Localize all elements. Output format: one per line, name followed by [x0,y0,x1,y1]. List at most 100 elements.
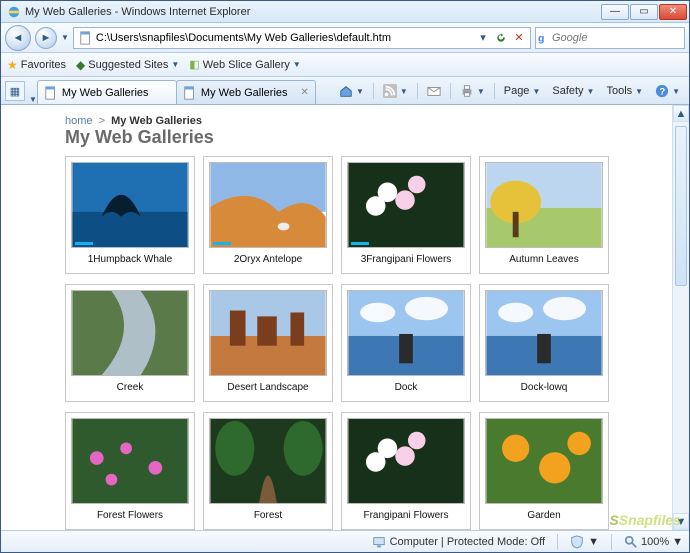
compat-view[interactable]: ▼ [570,535,599,549]
separator [373,83,374,99]
thumbnail-image [485,290,603,376]
window-title: My Web Galleries - Windows Internet Expl… [25,6,601,18]
search-input[interactable] [552,32,690,44]
favorites-label: Favorites [21,59,66,71]
svg-text:g: g [538,32,544,44]
scroll-thumb[interactable] [675,126,687,286]
tab-inactive[interactable]: My Web Galleries ✕ [176,80,316,104]
separator [417,83,418,99]
safety-menu[interactable]: Safety▼ [547,81,599,101]
close-button[interactable]: ✕ [659,4,687,20]
vertical-scrollbar[interactable]: ▲ ▼ [672,105,689,530]
thumbnail-caption: Forest Flowers [97,510,163,521]
search-provider-icon[interactable]: g [538,30,552,46]
shield-icon [570,535,584,549]
thumbnail-caption: Forest [254,510,282,521]
thumbnail-caption: 2Oryx Antelope [234,254,302,265]
breadcrumb-sep: > [99,115,105,127]
tab-label: My Web Galleries [201,87,288,99]
tools-menu[interactable]: Tools▼ [601,81,648,101]
tab-label: My Web Galleries [62,87,149,99]
back-button[interactable]: ◄ [5,25,31,51]
thumbnail-caption: Autumn Leaves [509,254,579,265]
favorites-button[interactable]: ★Favorites [7,58,66,72]
thumbnail-caption: Frangipani Flowers [363,510,448,521]
thumbnail-image [209,418,327,504]
svg-text:?: ? [659,87,665,98]
gallery-item[interactable]: 1Humpback Whale [65,156,195,274]
gallery-grid: 1Humpback Whale 2Oryx Antelope 3Frangipani… [65,156,664,530]
separator [611,534,612,550]
address-input[interactable] [96,32,474,44]
refresh-button[interactable] [492,29,510,47]
scroll-track[interactable] [673,122,689,513]
separator [450,83,451,99]
gallery-item[interactable]: Garden [479,412,609,530]
security-zone[interactable]: Computer | Protected Mode: Off [372,535,546,549]
thumbnail-caption: Creek [117,382,144,393]
gallery-item[interactable]: 3Frangipani Flowers [341,156,471,274]
thumbnail-image [71,162,189,248]
gallery-item[interactable]: Dock-lowq [479,284,609,402]
tab-list-dropdown[interactable]: ▼ [29,95,37,104]
thumbnail-image [485,418,603,504]
maximize-button[interactable]: ▭ [630,4,658,20]
thumbnail-image [71,290,189,376]
thumbnail-caption: Dock-lowq [521,382,568,393]
thumbnail-image [347,290,465,376]
favorites-bar: ★Favorites ◆Suggested Sites▼ ◧Web Slice … [1,53,689,77]
breadcrumb-home[interactable]: home [65,115,93,127]
gallery-item[interactable]: Creek [65,284,195,402]
thumbnail-image [347,418,465,504]
search-box[interactable]: g 🔍 [535,27,685,49]
thumbnail-image [485,162,603,248]
page-title: My Web Galleries [65,127,664,148]
browser-window: My Web Galleries - Windows Internet Expl… [0,0,690,553]
thumbnail-caption: 1Humpback Whale [88,254,172,265]
computer-icon [372,535,386,549]
breadcrumb: home > My Web Galleries [65,115,664,127]
scroll-up-button[interactable]: ▲ [673,105,689,122]
thumbnail-image [209,162,327,248]
gallery-item[interactable]: 2Oryx Antelope [203,156,333,274]
gallery-item[interactable]: Frangipani Flowers [341,412,471,530]
quick-tabs-button[interactable]: ▦ [5,81,25,101]
gallery-item[interactable]: Autumn Leaves [479,156,609,274]
feeds-button[interactable]: ▼ [378,81,413,101]
home-button[interactable]: ▼ [334,81,369,101]
read-mail-button[interactable] [422,81,446,101]
page-icon [44,86,58,100]
thumbnail-caption: 3Frangipani Flowers [361,254,452,265]
zoom-label: 100% [641,536,669,548]
content-area: home > My Web Galleries My Web Galleries… [1,105,689,530]
gallery-item[interactable]: Desert Landscape [203,284,333,402]
suggested-sites-link[interactable]: ◆Suggested Sites▼ [76,58,179,72]
star-icon: ★ [7,58,18,72]
recent-pages-dropdown[interactable]: ▼ [61,33,69,42]
tab-bar: ▦ ▼ My Web Galleries My Web Galleries ✕ … [1,77,689,105]
web-slice-link[interactable]: ◧Web Slice Gallery▼ [189,58,301,71]
zone-label: Computer | Protected Mode: Off [390,536,546,548]
gallery-item[interactable]: Dock [341,284,471,402]
gallery-item[interactable]: Forest Flowers [65,412,195,530]
web-slice-label: Web Slice Gallery [203,59,290,71]
help-button[interactable]: ?▼ [650,81,685,101]
page-icon [183,86,197,100]
address-bar[interactable]: ▾ ✕ [73,27,531,49]
forward-button[interactable]: ► [35,27,57,49]
gallery-item[interactable]: Forest [203,412,333,530]
zoom-icon [624,535,638,549]
stop-button[interactable]: ✕ [510,29,528,47]
tab-active[interactable]: My Web Galleries [37,80,177,104]
page-menu[interactable]: Page▼ [499,81,546,101]
zoom-control[interactable]: 100% ▼ [624,535,683,549]
status-bar: Computer | Protected Mode: Off ▼ 100% ▼ [1,530,689,552]
address-dropdown[interactable]: ▾ [474,29,492,47]
minimize-button[interactable]: — [601,4,629,20]
tab-close-icon[interactable]: ✕ [301,87,309,98]
tools-menu-label: Tools [606,85,632,97]
command-bar: ▼ ▼ ▼ Page▼ Safety▼ Tools▼ ?▼ [334,80,685,102]
scroll-down-button[interactable]: ▼ [673,513,689,530]
print-button[interactable]: ▼ [455,81,490,101]
thumbnail-caption: Desert Landscape [227,382,308,393]
